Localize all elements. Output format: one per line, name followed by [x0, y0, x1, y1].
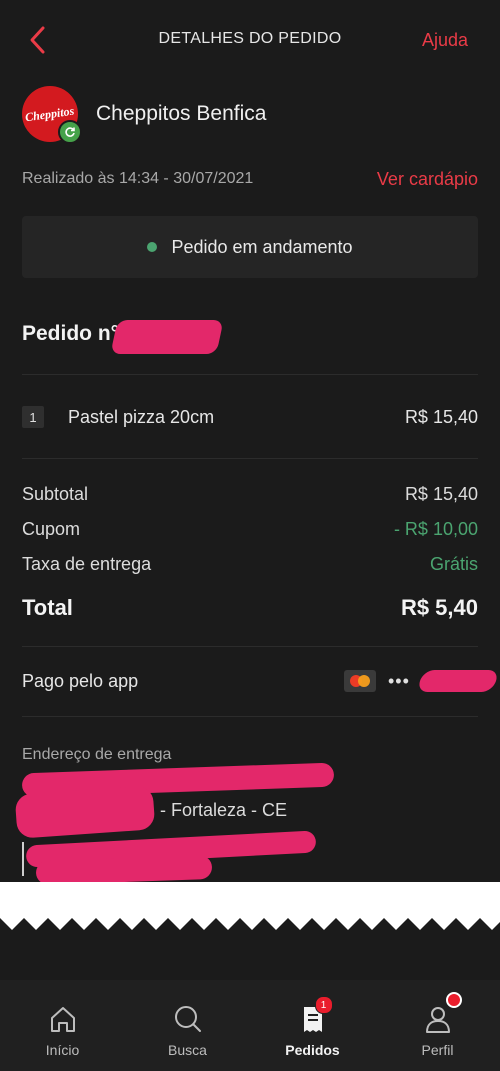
nav-label-busca: Busca	[168, 1042, 207, 1058]
subtotal-value: R$ 15,40	[404, 483, 478, 504]
nav-label-pedidos: Pedidos	[285, 1042, 340, 1058]
nav-label-inicio: Início	[45, 1042, 80, 1058]
delivery-address-label: Endereço de entrega	[22, 746, 172, 763]
help-link[interactable]: Ajuda	[422, 30, 468, 51]
nav-item-perfil[interactable]: Perfil	[375, 980, 500, 1071]
redaction-mark	[416, 670, 500, 692]
top-bar: DETALHES DO PEDIDO Ajuda	[0, 0, 500, 80]
redaction-mark	[14, 785, 156, 839]
divider	[22, 646, 478, 647]
home-icon	[47, 1002, 79, 1036]
order-status-box: Pedido em andamento	[22, 216, 478, 278]
delivery-fee-value: Grátis	[429, 553, 478, 574]
order-item-row: 1 Pastel pizza 20cm R$ 15,40	[22, 402, 478, 432]
coupon-row: Cupom - R$ 10,00	[22, 517, 478, 541]
profile-icon	[422, 992, 462, 1036]
store-name: Cheppitos Benfica	[96, 102, 267, 125]
coupon-value: - R$ 10,00	[393, 518, 478, 539]
order-date: Realizado às 14:34 - 30/07/2021	[22, 170, 254, 187]
item-name: Pastel pizza 20cm	[68, 406, 215, 427]
total-row: Total R$ 5,40	[22, 594, 478, 622]
refresh-badge-icon	[58, 120, 82, 144]
orders-badge: 1	[314, 996, 333, 1014]
payment-label: Pago pelo app	[22, 670, 139, 691]
notification-dot-icon	[445, 992, 462, 1008]
order-status-text: Pedido em andamento	[171, 236, 353, 257]
divider	[22, 716, 478, 717]
order-number-label: Pedido n°	[22, 322, 120, 345]
bottom-nav: Início Busca 1 Pedidos Perfil	[0, 980, 500, 1071]
divider	[22, 374, 478, 375]
delivery-fee-label: Taxa de entrega	[22, 553, 152, 574]
total-value: R$ 5,40	[400, 595, 478, 620]
payment-row: Pago pelo app •••	[22, 666, 478, 696]
item-quantity: 1	[22, 406, 44, 428]
redaction-mark	[110, 320, 224, 354]
nav-item-busca[interactable]: Busca	[125, 980, 250, 1071]
delivery-address-city: - Fortaleza - CE	[160, 800, 288, 820]
mastercard-icon	[344, 670, 376, 692]
subtotal-label: Subtotal	[22, 483, 89, 504]
status-dot-icon	[147, 242, 158, 252]
total-label: Total	[22, 595, 73, 620]
item-price: R$ 15,40	[404, 406, 478, 427]
delivery-fee-row: Taxa de entrega Grátis	[22, 552, 478, 576]
nav-item-inicio[interactable]: Início	[0, 980, 125, 1071]
coupon-label: Cupom	[22, 518, 81, 539]
divider	[22, 458, 478, 459]
order-meta: Realizado às 14:34 - 30/07/2021 Ver card…	[22, 168, 478, 190]
redaction-mark	[35, 854, 213, 886]
view-menu-link[interactable]: Ver cardápio	[377, 169, 478, 190]
text-cursor	[22, 842, 24, 876]
orders-icon: 1	[297, 996, 333, 1036]
nav-label-perfil: Perfil	[421, 1042, 454, 1058]
nav-item-pedidos[interactable]: 1 Pedidos	[250, 980, 375, 1071]
store-logo[interactable]: Cheppitos	[22, 86, 82, 144]
receipt-zigzag	[0, 918, 500, 934]
store-header: Cheppitos Cheppitos Benfica	[22, 86, 478, 144]
search-icon	[172, 1002, 204, 1036]
subtotal-row: Subtotal R$ 15,40	[22, 482, 478, 506]
